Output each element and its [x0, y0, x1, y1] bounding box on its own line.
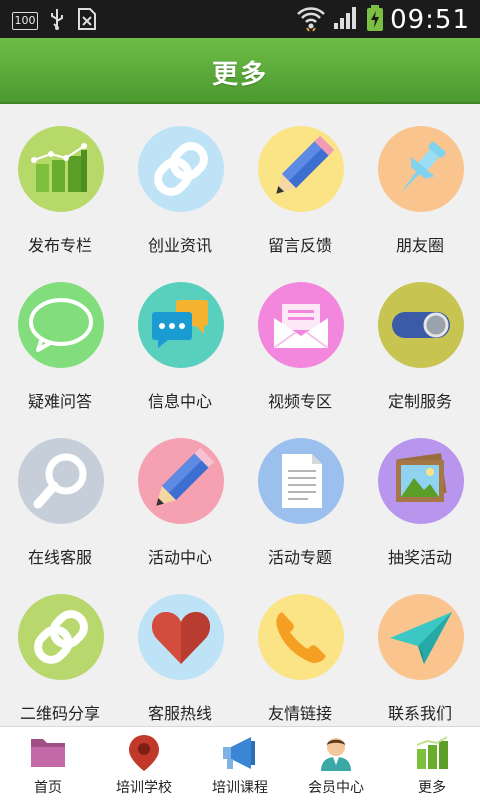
grid-item-publish-column[interactable]: 发布专栏 [0, 106, 120, 262]
grid-item-lottery[interactable]: 抽奖活动 [360, 418, 480, 574]
grid-item-label: 创业资讯 [147, 236, 212, 255]
grid-item-activity-topics[interactable]: 活动专题 [240, 418, 360, 574]
grid-item-label: 定制服务 [387, 392, 452, 411]
grid-item-label: 信息中心 [147, 392, 212, 411]
chart-bars-icon [18, 126, 104, 212]
feature-grid: 发布专栏 创业资讯 留言反馈 朋友圈 疑难问答 信息中心 视频专区 定制服务 在… [0, 106, 480, 726]
wifi-icon [296, 4, 326, 36]
grid-item-moments[interactable]: 朋友圈 [360, 106, 480, 262]
user-icon [315, 733, 357, 773]
grid-item-label: 在线客服 [27, 548, 92, 567]
grid-item-feedback[interactable]: 留言反馈 [240, 106, 360, 262]
grid-item-label: 发布专栏 [27, 236, 92, 255]
picture-icon [378, 438, 464, 524]
title-bar: 更多 [0, 38, 480, 104]
tab-label: 首页 [34, 780, 62, 796]
usb-icon [48, 7, 66, 35]
page-title: 更多 [211, 60, 268, 90]
chat-bubbles-icon [138, 282, 224, 368]
pencil-icon [258, 126, 344, 212]
magnifier-icon [18, 438, 104, 524]
sim-card-icon [76, 7, 98, 35]
tab-label: 会员中心 [308, 780, 364, 796]
tab-label: 培训学校 [116, 780, 172, 796]
grid-item-activity-center[interactable]: 活动中心 [120, 418, 240, 574]
envelope-icon [258, 282, 344, 368]
phone-icon [258, 594, 344, 680]
grid-item-startup-news[interactable]: 创业资讯 [120, 106, 240, 262]
signal-icon [332, 5, 360, 35]
link-icon [138, 126, 224, 212]
grid-item-contact-us[interactable]: 联系我们 [360, 574, 480, 730]
grid-item-label: 友情链接 [267, 704, 332, 723]
grid-item-service-hotline[interactable]: 客服热线 [120, 574, 240, 730]
bottom-tab-bar: 首页 培训学校 培训课程 会员中心 更多 [0, 726, 480, 800]
grid-item-friend-links[interactable]: 友情链接 [240, 574, 360, 730]
grid-item-label: 留言反馈 [267, 236, 332, 255]
grid-item-qa[interactable]: 疑难问答 [0, 262, 120, 418]
clock: 09:51 [390, 5, 470, 35]
grid-item-online-support[interactable]: 在线客服 [0, 418, 120, 574]
tab-label: 培训课程 [212, 780, 268, 796]
grid-item-label: 活动中心 [147, 548, 212, 567]
chart-bars-icon [411, 733, 453, 773]
toggle-icon [378, 282, 464, 368]
speech-bubble-icon [18, 282, 104, 368]
tab-more[interactable]: 更多 [384, 727, 480, 800]
grid-item-label: 联系我们 [387, 704, 452, 723]
battery-100-icon: 100 [12, 12, 38, 30]
grid-item-label: 二维码分享 [19, 704, 100, 723]
status-bar: 100 09:51 [0, 0, 480, 38]
battery-charging-icon [366, 4, 384, 36]
link-icon [18, 594, 104, 680]
grid-item-qr-share[interactable]: 二维码分享 [0, 574, 120, 730]
grid-item-label: 视频专区 [267, 392, 332, 411]
tab-training-schools[interactable]: 培训学校 [96, 727, 192, 800]
grid-item-label: 抽奖活动 [387, 548, 452, 567]
tab-member-center[interactable]: 会员中心 [288, 727, 384, 800]
grid-item-label: 活动专题 [267, 548, 332, 567]
document-icon [258, 438, 344, 524]
tab-label: 更多 [418, 780, 446, 796]
heart-icon [138, 594, 224, 680]
grid-item-label: 客服热线 [147, 704, 212, 723]
tab-home[interactable]: 首页 [0, 727, 96, 800]
megaphone-icon [219, 733, 261, 773]
folder-icon [27, 733, 69, 773]
grid-item-info-center[interactable]: 信息中心 [120, 262, 240, 418]
grid-item-video-zone[interactable]: 视频专区 [240, 262, 360, 418]
pencil-icon [138, 438, 224, 524]
grid-item-custom-service[interactable]: 定制服务 [360, 262, 480, 418]
grid-item-label: 朋友圈 [395, 236, 444, 255]
map-pin-icon [123, 733, 165, 773]
grid-item-label: 疑难问答 [27, 392, 92, 411]
paper-plane-icon [378, 594, 464, 680]
tab-training-courses[interactable]: 培训课程 [192, 727, 288, 800]
pushpin-icon [378, 126, 464, 212]
